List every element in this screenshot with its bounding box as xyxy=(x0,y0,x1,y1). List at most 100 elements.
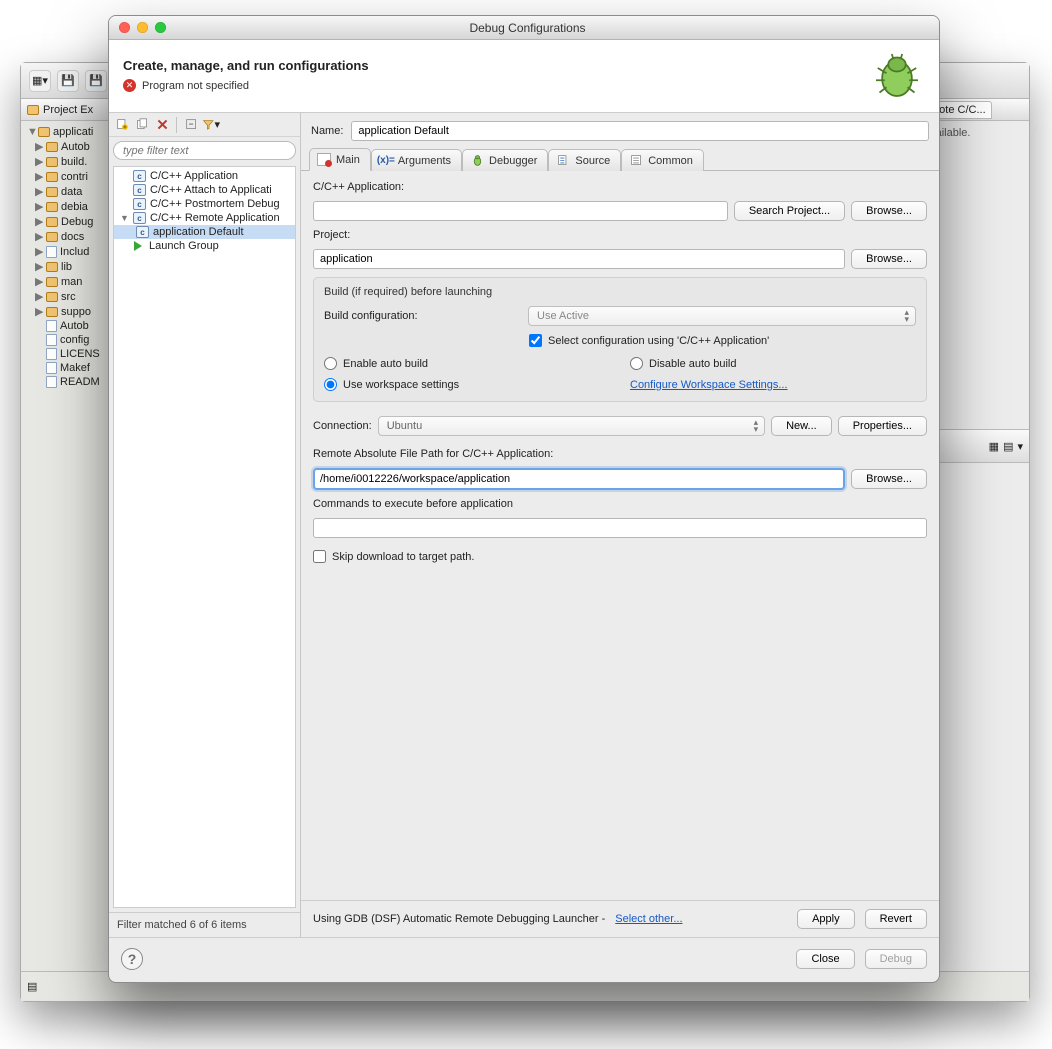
config-label: C/C++ Postmortem Debug xyxy=(150,198,280,210)
tab-label: Arguments xyxy=(398,155,451,167)
collapse-all-button[interactable] xyxy=(182,116,200,134)
configure-workspace-link[interactable]: Configure Workspace Settings... xyxy=(630,379,916,391)
tab-debugger[interactable]: Debugger xyxy=(462,149,548,171)
debug-configurations-dialog: Debug Configurations Create, manage, and… xyxy=(108,15,940,983)
remote-path-input[interactable] xyxy=(313,468,845,490)
tab-main[interactable]: Main xyxy=(309,148,371,171)
tree-item: Includ xyxy=(60,246,89,258)
error-icon: ✕ xyxy=(123,79,136,92)
project-explorer-title: Project Ex xyxy=(43,104,93,116)
select-config-checkbox[interactable]: Select configuration using 'C/C++ Applic… xyxy=(529,334,769,347)
tab-label: Debugger xyxy=(489,155,537,167)
project-label: Project: xyxy=(313,229,927,241)
remote-path-browse-button[interactable]: Browse... xyxy=(851,469,927,489)
chevron-updown-icon: ▴▾ xyxy=(754,419,759,433)
enable-auto-build-radio[interactable]: Enable auto build xyxy=(324,357,610,370)
window-close-button[interactable] xyxy=(119,22,130,33)
debug-button[interactable]: Debug xyxy=(865,949,927,969)
new-menu-button[interactable]: ▦▾ xyxy=(29,70,51,92)
tool-icon[interactable]: ▤ xyxy=(1003,440,1013,453)
config-item-launch-group[interactable]: Launch Group xyxy=(114,239,295,253)
dialog-footer: ? Close Debug xyxy=(109,937,939,982)
connection-label: Connection: xyxy=(313,420,372,432)
connection-select[interactable]: Ubuntu ▴▾ xyxy=(378,416,765,436)
tool-icon[interactable]: ▦ xyxy=(989,440,999,453)
remote-path-label: Remote Absolute File Path for C/C++ Appl… xyxy=(313,448,927,460)
config-label: Launch Group xyxy=(149,240,219,252)
build-group: Build (if required) before launching Bui… xyxy=(313,277,927,402)
duplicate-config-button[interactable] xyxy=(133,116,151,134)
new-config-button[interactable] xyxy=(113,116,131,134)
window-minimize-button[interactable] xyxy=(137,22,148,33)
save-all-button[interactable]: 💾 xyxy=(85,70,107,92)
apply-button[interactable]: Apply xyxy=(797,909,855,929)
save-button[interactable]: 💾 xyxy=(57,70,79,92)
filter-menu-button[interactable]: ▾ xyxy=(202,116,220,134)
chevron-updown-icon: ▴▾ xyxy=(904,309,909,323)
dialog-titlebar: Debug Configurations xyxy=(109,16,939,40)
header-title: Create, manage, and run configurations xyxy=(123,58,369,73)
status-icon[interactable]: ▤ xyxy=(27,980,37,993)
launcher-text: Using GDB (DSF) Automatic Remote Debuggi… xyxy=(313,913,605,925)
connection-new-button[interactable]: New... xyxy=(771,416,832,436)
project-explorer-view: Project Ex ▼applicati ▶Autob ▶build. ▶co… xyxy=(21,99,116,1001)
skip-download-checkbox[interactable]: Skip download to target path. xyxy=(313,550,927,563)
config-label: C/C++ Application xyxy=(150,170,238,182)
config-item-c-application[interactable]: cC/C++ Application xyxy=(114,169,295,183)
tab-source[interactable]: Source xyxy=(548,149,621,171)
tree-item: Autob xyxy=(60,320,89,332)
c-icon: c xyxy=(133,184,146,196)
select-other-link[interactable]: Select other... xyxy=(615,913,682,925)
app-input[interactable] xyxy=(313,201,728,221)
delete-config-button[interactable] xyxy=(153,116,171,134)
config-item-application-default[interactable]: capplication Default xyxy=(114,225,295,239)
name-input[interactable] xyxy=(351,121,929,141)
config-label: C/C++ Remote Application xyxy=(150,212,280,224)
arguments-tab-icon: (x)= xyxy=(379,154,393,167)
help-icon[interactable]: ? xyxy=(121,948,143,970)
app-label: C/C++ Application: xyxy=(313,181,927,193)
window-zoom-button[interactable] xyxy=(155,22,166,33)
name-label: Name: xyxy=(311,125,343,137)
project-browse-button[interactable]: Browse... xyxy=(851,249,927,269)
tab-label: Main xyxy=(336,154,360,166)
tab-common[interactable]: Common xyxy=(621,149,704,171)
tree-item: config xyxy=(60,334,89,346)
app-browse-button[interactable]: Browse... xyxy=(851,201,927,221)
tree-item: lib xyxy=(61,261,72,273)
use-workspace-settings-radio[interactable]: Use workspace settings xyxy=(324,378,610,391)
checkbox-label: Skip download to target path. xyxy=(332,551,474,563)
folder-icon xyxy=(27,105,39,115)
header-error: ✕ Program not specified xyxy=(123,79,369,92)
project-input[interactable] xyxy=(313,249,845,269)
play-icon xyxy=(134,241,142,251)
build-config-value: Use Active xyxy=(537,310,589,322)
c-icon: c xyxy=(133,198,146,210)
tree-item: build. xyxy=(61,156,87,168)
nav-toolbar: ▾ xyxy=(109,113,300,137)
config-tree[interactable]: cC/C++ Application cC/C++ Attach to Appl… xyxy=(113,166,296,908)
error-text: Program not specified xyxy=(142,80,249,92)
config-item-c-remote[interactable]: ▼cC/C++ Remote Application xyxy=(114,211,295,225)
main-tab-icon xyxy=(317,153,331,166)
search-project-button[interactable]: Search Project... xyxy=(734,201,845,221)
tool-icon[interactable]: ▾ xyxy=(1017,440,1023,453)
commands-label: Commands to execute before application xyxy=(313,498,927,510)
project-explorer-tab[interactable]: Project Ex xyxy=(21,99,115,121)
build-config-select[interactable]: Use Active ▴▾ xyxy=(528,306,916,326)
project-tree[interactable]: ▼applicati ▶Autob ▶build. ▶contri ▶data … xyxy=(21,121,115,393)
config-item-c-attach[interactable]: cC/C++ Attach to Applicati xyxy=(114,183,295,197)
tree-item: man xyxy=(61,276,82,288)
tree-item: contri xyxy=(61,171,88,183)
filter-input[interactable] xyxy=(113,141,296,160)
connection-properties-button[interactable]: Properties... xyxy=(838,416,927,436)
commands-input[interactable] xyxy=(313,518,927,538)
config-item-c-postmortem[interactable]: c C/C++ Postmortem Debug xyxy=(114,197,295,211)
common-tab-icon xyxy=(629,154,643,167)
disable-auto-build-radio[interactable]: Disable auto build xyxy=(630,357,916,370)
revert-button[interactable]: Revert xyxy=(865,909,927,929)
close-button[interactable]: Close xyxy=(796,949,854,969)
config-tabs: Main (x)= Arguments Debugger Source Commo… xyxy=(301,147,939,171)
tab-arguments[interactable]: (x)= Arguments xyxy=(371,149,462,171)
tree-item: docs xyxy=(61,231,84,243)
